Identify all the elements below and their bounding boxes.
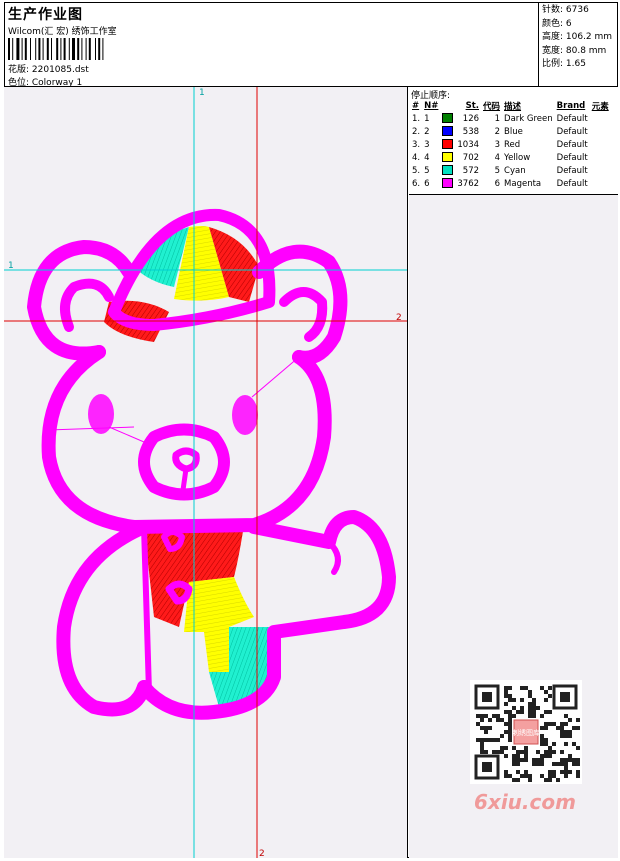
jump-stitch [108,426,145,443]
guide-label-bottom: 2 [259,849,265,858]
color-count: 颜色: 6 [542,18,572,29]
brand-cell: Default [556,113,588,124]
stitch-count-cell: 1034 [457,139,480,150]
color-swatch [440,164,455,177]
needle-number: 1 [424,113,430,124]
barcode-icon [8,38,104,60]
description-cell: Magenta [504,178,542,189]
row-number: 3. [412,139,421,150]
brand-cell: Default [556,152,588,163]
table-row[interactable]: 1. 1 126 1 Dark Green Default [410,112,611,125]
needle-number: 2 [424,126,430,137]
qr-caption: 刺绣图库 [512,728,540,737]
col-header: 描述 [504,101,522,112]
description-cell: Blue [504,126,523,137]
col-header: # [412,100,420,111]
stitch-count-cell: 538 [462,126,480,137]
code-cell: 4 [494,152,501,163]
description-cell: Cyan [504,165,526,176]
watermark-text: 6xiu.com [474,790,576,814]
col-header: Brand [556,100,586,111]
table-row[interactable]: 3. 3 1034 3 Red Default [410,138,611,151]
col-header: N# [424,100,439,111]
table-row[interactable]: 4. 4 702 4 Yellow Default [410,151,611,164]
bear-embroidery: 1 1 2 2 [4,87,407,858]
design-file-label: 花版: 2201085.dst [8,65,89,75]
design-width: 宽度: 80.8 mm [542,45,607,56]
stop-sequence-table: # N# St. 代码 描述 Brand 元素 1. 1 126 1 Dark Gree… [410,99,611,190]
jump-stitch [47,426,135,431]
code-cell: 6 [494,178,501,189]
needle-number: 4 [424,152,430,163]
color-swatch [440,125,455,138]
needle-number: 3 [424,139,430,150]
code-cell: 2 [494,126,501,137]
jump-stitch [251,356,300,398]
studio-name: Wilcom(汇 宏) 绣饰工作室 [8,27,117,37]
stitch-count-cell: 702 [462,152,480,163]
brand-cell: Default [556,139,588,150]
guide-label-top: 1 [199,88,205,98]
col-header: St. [465,100,480,111]
row-number: 1. [412,113,421,124]
color-swatch [440,112,455,125]
qr-code-icon: 刺绣图库 [470,680,582,784]
design-ratio: 比例: 1.65 [542,59,586,69]
sheet-header: 生产作业图 Wilcom(汇 宏) 绣饰工作室 花版: 2201085.dst … [4,2,542,88]
code-cell: 3 [494,139,501,150]
guide-label-left: 1 [8,261,14,271]
description-cell: Yellow [504,152,531,163]
stitch-count-cell: 3762 [457,178,480,189]
right-eye [232,395,258,435]
color-swatch [440,151,455,164]
code-cell: 5 [494,165,501,176]
stats-box: 针数: 6736 颜色: 6 高度: 106.2 mm 宽度: 80.8 mm … [538,2,618,87]
needle-number: 6 [424,178,430,189]
row-number: 5. [412,165,421,176]
brand-cell: Default [556,165,588,176]
needle-number: 5 [424,165,430,176]
row-number: 6. [412,178,421,189]
row-number: 4. [412,152,421,163]
col-header: 元素 [591,101,609,112]
description-cell: Red [504,139,521,150]
color-swatch [440,177,455,190]
table-row[interactable]: 5. 5 572 5 Cyan Default [410,164,611,177]
brand-cell: Default [556,178,588,189]
guide-label-right: 2 [396,313,402,323]
brand-cell: Default [556,126,588,137]
design-height: 高度: 106.2 mm [542,32,613,42]
col-header: 代码 [483,101,501,112]
color-swatch [440,138,455,151]
stitch-count: 针数: 6736 [542,5,589,15]
description-cell: Dark Green [504,113,553,124]
page-title: 生产作业图 [8,7,83,23]
code-cell: 1 [494,113,501,124]
stitch-count-cell: 572 [462,165,480,176]
stitch-count-cell: 126 [462,113,480,124]
row-number: 2. [412,126,421,137]
table-row[interactable]: 6. 6 3762 6 Magenta Default [410,177,611,190]
table-row[interactable]: 2. 2 538 2 Blue Default [410,125,611,138]
design-canvas[interactable]: 1 1 2 2 [4,87,408,858]
